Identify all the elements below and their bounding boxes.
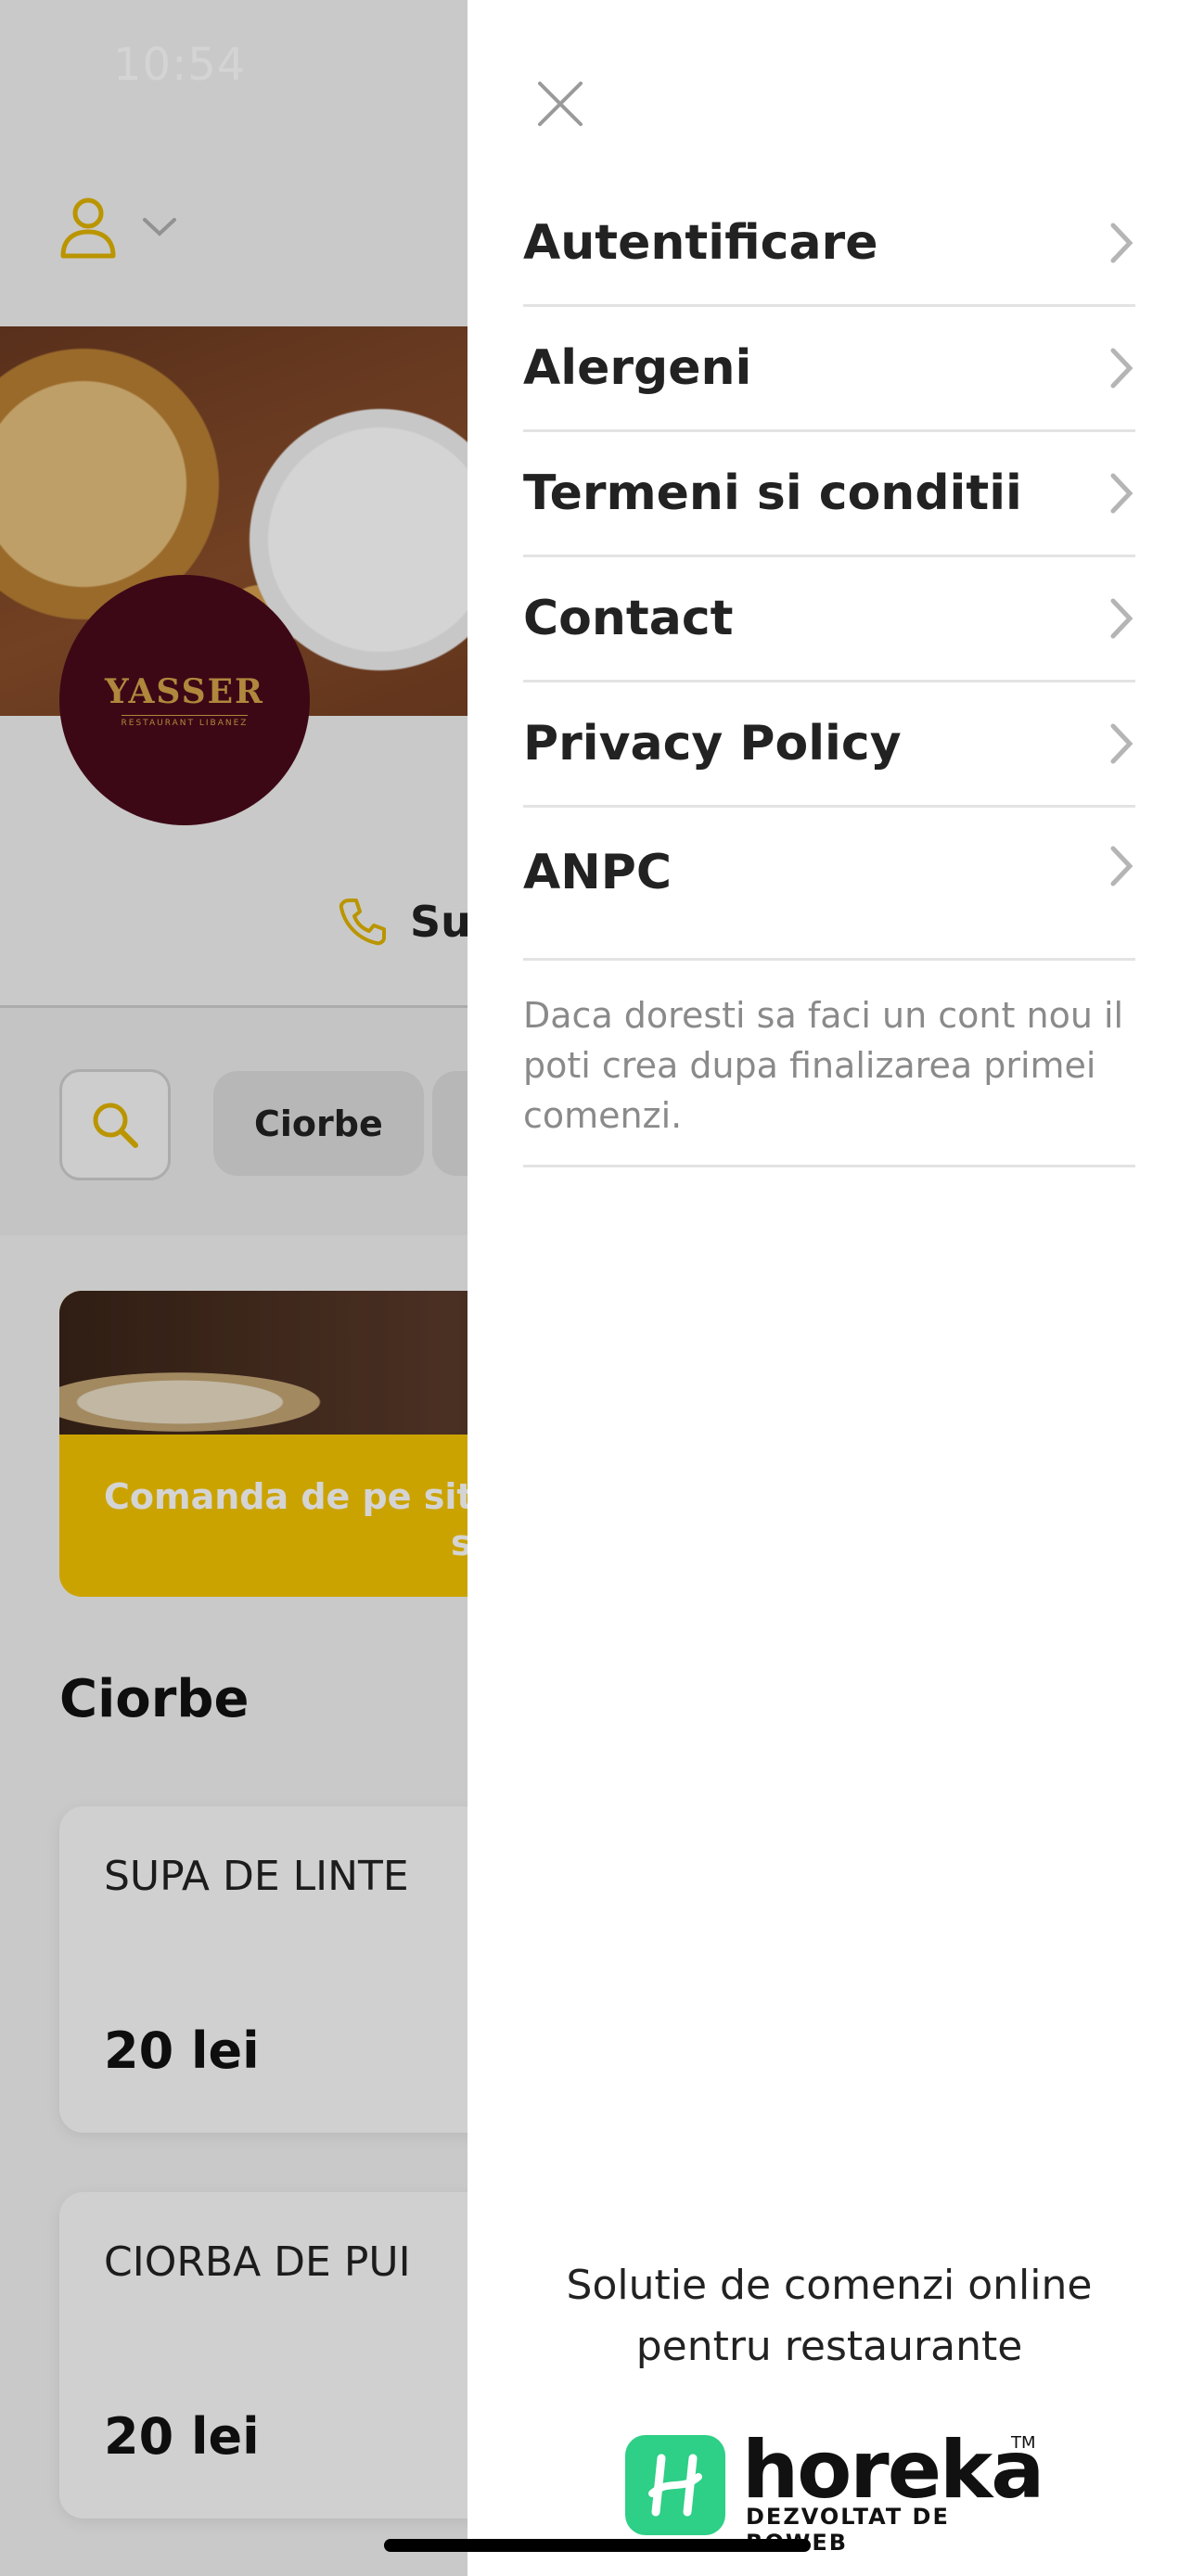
menu-item-label: ANPC [523, 845, 672, 900]
chevron-right-icon [1110, 846, 1133, 886]
menu-item-alergeni[interactable]: Alergeni [523, 307, 1135, 432]
menu-item-label: Privacy Policy [523, 716, 902, 772]
tagline-line-1: Solutie de comenzi online [566, 2262, 1093, 2309]
brand-name: horeka [742, 2424, 1044, 2517]
horeka-logo-icon [625, 2435, 725, 2535]
close-button[interactable] [531, 74, 590, 134]
menu-item-privacy-policy[interactable]: Privacy Policy [523, 682, 1135, 808]
chevron-right-icon [1110, 223, 1133, 263]
close-icon [538, 82, 583, 126]
tagline: Solutie de comenzi online pentru restaur… [467, 2255, 1191, 2378]
menu-item-termeni[interactable]: Termeni si conditii [523, 432, 1135, 557]
menu-item-anpc[interactable]: ANPC [523, 808, 1135, 961]
chevron-right-icon [1110, 598, 1133, 639]
menu-item-contact[interactable]: Contact [523, 557, 1135, 682]
menu-item-autentificare[interactable]: Autentificare [523, 182, 1135, 307]
menu-item-label: Termeni si conditii [523, 465, 1022, 521]
account-info-note: Daca doresti sa faci un cont nou il poti… [523, 990, 1135, 1167]
menu-list: Autentificare Alergeni Termeni si condit… [523, 182, 1135, 961]
menu-item-label: Alergeni [523, 340, 752, 396]
tagline-line-2: pentru restaurante [635, 2323, 1023, 2370]
chevron-right-icon [1110, 348, 1133, 389]
chevron-right-icon [1110, 473, 1133, 514]
horeka-brand-logo[interactable]: horeka TM DEZVOLTAT DE ROWEB [625, 2424, 1044, 2556]
menu-item-label: Autentificare [523, 215, 878, 271]
menu-item-label: Contact [523, 591, 734, 646]
side-menu-drawer: Autentificare Alergeni Termeni si condit… [467, 0, 1191, 2576]
chevron-right-icon [1110, 723, 1133, 764]
brand-trademark: TM [1011, 2433, 1036, 2453]
home-indicator[interactable] [384, 2539, 811, 2552]
